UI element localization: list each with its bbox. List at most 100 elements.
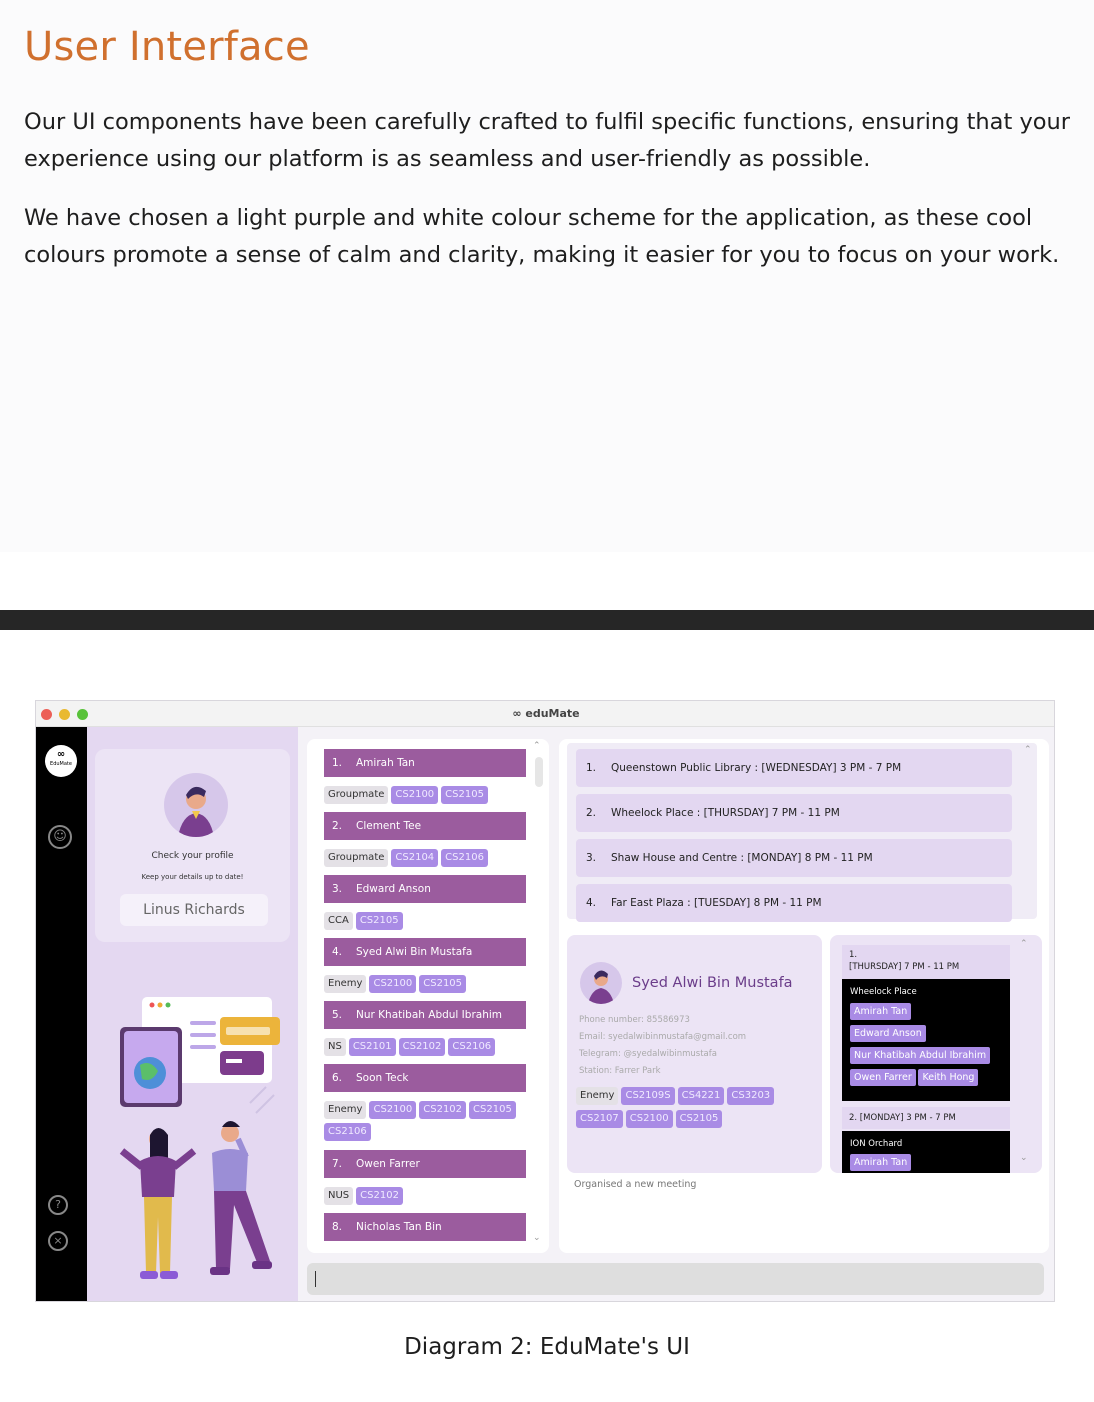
decorative-illustration (119, 997, 280, 1279)
edumate-window-screenshot: ∞ eduMate ∞ EduMate ☺ ? × Check your prof… (35, 700, 1055, 1302)
profile-icon: ☺ (48, 825, 72, 849)
meeting-item[interactable]: 4. Far East Plaza : [TUESDAY] 8 PM - 11 P… (576, 884, 1012, 922)
contact-list-scrollbar[interactable] (535, 757, 543, 787)
paragraph-components: Our UI components have been carefully cr… (24, 109, 1071, 172)
profile-card: Check your profile Keep your details up … (95, 749, 290, 942)
status-message: Organised a new meeting (574, 1179, 697, 1190)
attendee-tag: Amirah Tan (850, 1003, 912, 1020)
tag: CS3203 (727, 1087, 775, 1105)
contact-header[interactable]: 8. Nicholas Tan Bin (324, 1213, 526, 1241)
tag: Groupmate (324, 786, 389, 804)
window-title: ∞ eduMate (512, 707, 580, 720)
exit-icon: × (48, 1231, 68, 1251)
profile-pane: Check your profile Keep your details up … (87, 727, 298, 1301)
page-divider (0, 610, 1094, 630)
paragraph-colour-scheme: We have chosen a light purple and white … (24, 205, 1060, 268)
scroll-up-icon[interactable]: ⌃ (1024, 745, 1032, 755)
tag: CS2100 (625, 1110, 673, 1128)
tag: CS2105 (469, 1101, 516, 1119)
contact-header[interactable]: 5. Nur Khatibah Abdul Ibrahim (324, 1001, 526, 1029)
group-slot-body: ION Orchard Amirah Tan (842, 1131, 1010, 1173)
detail-email: Email: syedalwibinmustafa@gmail.com (579, 1032, 747, 1042)
scroll-down-icon[interactable]: ⌄ (533, 1233, 541, 1243)
scroll-up-icon[interactable]: ⌃ (533, 741, 541, 751)
group-location: ION Orchard (850, 1139, 903, 1149)
attendee-tag: Keith Hong (918, 1069, 979, 1086)
window-titlebar: ∞ eduMate (36, 701, 1054, 727)
detail-station: Station: Farrer Park (579, 1066, 661, 1076)
text-cursor (315, 1271, 316, 1287)
tag: CS2100 (391, 786, 439, 804)
contact-tags: Groupmate CS2104 CS2106 (324, 845, 491, 867)
tag: CS2105 (441, 786, 488, 804)
contact-header[interactable]: 3. Edward Anson (324, 875, 526, 903)
tag: CS2100 (369, 975, 417, 993)
tag: NS (324, 1038, 346, 1056)
tag: CS2105 (675, 1110, 723, 1128)
contact-tags: CCA CS2105 (324, 908, 406, 930)
tag: CS2106 (448, 1038, 496, 1056)
edumate-logo: ∞ EduMate (45, 745, 77, 777)
tag: CS2107 (576, 1110, 623, 1128)
contact-tags: Groupmate CS2100 CS2105 (324, 782, 491, 804)
tag: CS2102 (419, 1101, 467, 1119)
tag: Enemy (324, 975, 367, 993)
group-meetings-card[interactable]: 1. [THURSDAY] 7 PM - 11 PM Wheelock Place… (830, 935, 1042, 1173)
detail-tags: Enemy CS2109S CS4221 CS3203 (576, 1083, 777, 1105)
profile-avatar (164, 773, 228, 837)
section-heading: User Interface (24, 24, 310, 70)
group-attendees: Amirah Tan Edward Anson Nur Khatibah Abd… (850, 1001, 1002, 1089)
tag: CS2102 (398, 1038, 446, 1056)
detail-tags: CS2107 CS2100 CS2105 (576, 1106, 725, 1128)
scroll-up-icon[interactable]: ⌃ (1020, 939, 1028, 949)
contact-tags: CS2106 (324, 1119, 374, 1141)
tag: Enemy (324, 1101, 367, 1119)
meeting-list[interactable]: 1. Queenstown Public Library : [WEDNESDAY… (567, 743, 1037, 922)
tag: CS2101 (348, 1038, 396, 1056)
contact-tags: Enemy CS2100 CS2102 CS2105 (324, 1097, 519, 1119)
tag: CS2105 (419, 975, 467, 993)
tag: Groupmate (324, 849, 389, 867)
tag: CS2106 (441, 849, 488, 867)
sidebar: ∞ EduMate ☺ ? × (36, 727, 87, 1301)
contact-list-pane[interactable]: 1. Amirah Tan Groupmate CS2100 CS2105 2. Cle… (307, 739, 549, 1253)
meeting-item[interactable]: 3. Shaw House and Centre : [MONDAY] 8 PM … (576, 839, 1012, 877)
group-attendees: Amirah Tan (850, 1152, 1002, 1171)
tag: CS2102 (356, 1187, 403, 1205)
attendee-tag: Edward Anson (850, 1025, 926, 1042)
attendee-tag: Nur Khatibah Abdul Ibrahim (850, 1047, 991, 1064)
contact-header[interactable]: 1. Amirah Tan (324, 749, 526, 777)
help-icon: ? (48, 1195, 68, 1215)
attendee-tag: Owen Farrer (850, 1069, 916, 1086)
detail-telegram: Telegram: @syedalwibinmustafa (579, 1049, 717, 1059)
contact-header[interactable]: 2. Clement Tee (324, 812, 526, 840)
detail-name: Syed Alwi Bin Mustafa (632, 975, 793, 991)
detail-phone: Phone number: 85586973 (579, 1015, 690, 1025)
meeting-item[interactable]: 1. Queenstown Public Library : [WEDNESDAY… (576, 749, 1012, 787)
group-slot-header: 2. [MONDAY] 3 PM - 7 PM (842, 1107, 1010, 1129)
tag: CS2109S (621, 1087, 675, 1105)
group-slot-header: 1. [THURSDAY] 7 PM - 11 PM (842, 945, 1010, 979)
attendee-tag: Amirah Tan (850, 1154, 912, 1171)
command-input[interactable] (307, 1263, 1044, 1295)
contact-detail-card: Syed Alwi Bin Mustafa Phone number: 8558… (567, 935, 822, 1173)
contact-header[interactable]: 7. Owen Farrer (324, 1150, 526, 1178)
tag: Enemy (576, 1087, 619, 1105)
contact-tags: Enemy CS2100 CS2105 (324, 971, 469, 993)
scroll-down-icon[interactable]: ⌄ (1020, 1153, 1028, 1163)
tag: CS2100 (369, 1101, 417, 1119)
tag: CS4221 (677, 1087, 725, 1105)
contact-header[interactable]: 6. Soon Teck (324, 1064, 526, 1092)
tag: CS2104 (391, 849, 439, 867)
profile-name-field: Linus Richards (120, 894, 268, 926)
tag: CCA (324, 912, 353, 930)
tag: CS2106 (324, 1123, 371, 1141)
page-gap (0, 552, 1094, 610)
tag: CS2105 (355, 912, 403, 930)
contact-header[interactable]: 4. Syed Alwi Bin Mustafa (324, 938, 526, 966)
profile-prompt: Check your profile (151, 851, 234, 861)
group-slot-body: Wheelock Place Amirah Tan Edward Anson N… (842, 979, 1010, 1101)
contact-tags: NS CS2101 CS2102 CS2106 (324, 1034, 498, 1056)
contact-tags: NUS CS2102 (324, 1183, 406, 1205)
meeting-item[interactable]: 2. Wheelock Place : [THURSDAY] 7 PM - 11 … (576, 794, 1012, 832)
